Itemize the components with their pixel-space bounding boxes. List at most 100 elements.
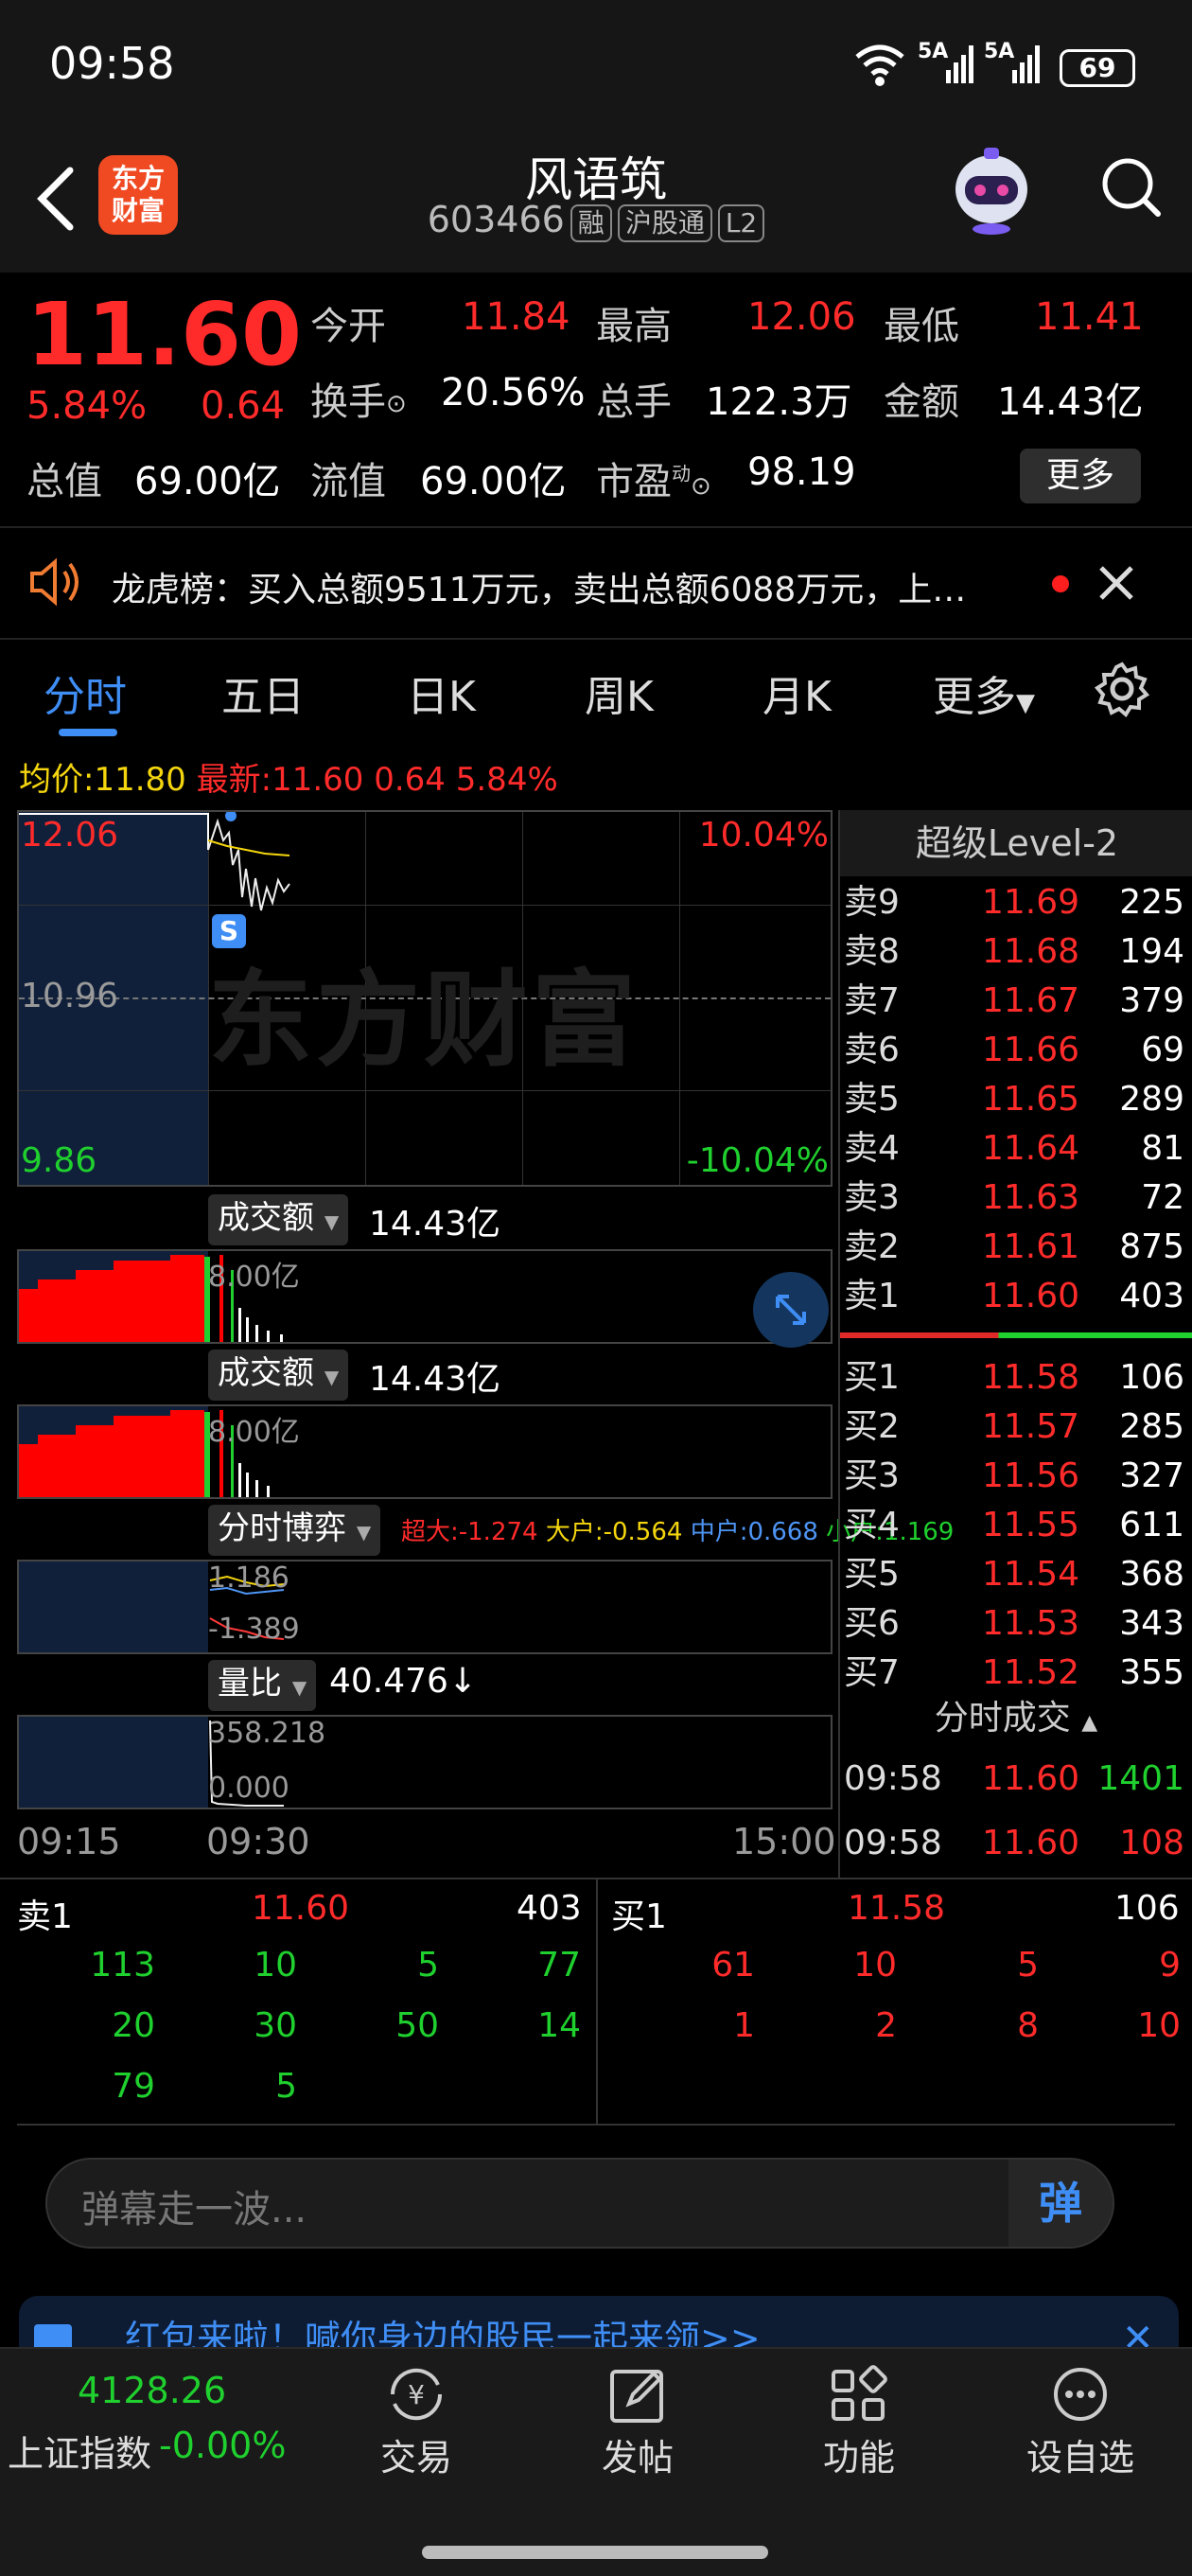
- bid-row[interactable]: 买4 11.55 611: [840, 1501, 1192, 1550]
- turnover-value: 20.56%: [441, 371, 586, 415]
- caret-down-icon: ▼: [291, 1676, 307, 1699]
- nav-post-label: 发帖: [601, 2437, 674, 2479]
- bid-row[interactable]: 买1 11.58 106: [840, 1353, 1192, 1403]
- ask-quantity: 194: [1119, 932, 1184, 971]
- ask-row[interactable]: 卖1 11.60 403: [840, 1272, 1192, 1321]
- bid-row[interactable]: 买3 11.56 327: [840, 1452, 1192, 1501]
- bid-row[interactable]: 买2 11.57 285: [840, 1403, 1192, 1452]
- caret-up-icon: ▲: [1081, 1711, 1098, 1735]
- indicator3-axis-bottom: -1.389: [208, 1613, 300, 1646]
- quote-panel: 11.60 5.84% 0.64 总值 69.00亿 今开 11.84 最高 1…: [0, 273, 1192, 520]
- tab-more[interactable]: 更多▼: [933, 662, 1035, 723]
- gear-icon[interactable]: [1094, 661, 1150, 721]
- more-button[interactable]: 更多: [1020, 449, 1141, 503]
- bid-quantity: 611: [1119, 1506, 1184, 1544]
- ask-level-label: 卖5: [844, 1080, 900, 1119]
- info-icon[interactable]: ⊙: [386, 390, 407, 418]
- search-icon[interactable]: [1097, 150, 1164, 225]
- expand-icon[interactable]: [753, 1272, 829, 1348]
- open-value: 11.84: [462, 295, 570, 339]
- pe-value: 98.19: [747, 450, 856, 494]
- tab-more-label: 更多: [933, 673, 1016, 721]
- trades-header[interactable]: 分时成交 ▲: [840, 1690, 1192, 1739]
- time-end: 15:00: [732, 1821, 836, 1862]
- volume-ratio-line: [209, 1720, 284, 1807]
- indicator2-label: 成交额: [218, 1354, 314, 1392]
- ask-quantity: 379: [1119, 981, 1184, 1020]
- danmu-button[interactable]: 弹: [1008, 2160, 1113, 2247]
- tab-monthly-k[interactable]: 月K: [763, 662, 832, 723]
- tab-intraday[interactable]: 分时: [44, 662, 127, 723]
- ask-row[interactable]: 卖5 11.65 289: [840, 1075, 1192, 1124]
- indicator2-selector[interactable]: 成交额 ▼: [208, 1350, 349, 1401]
- trade-row[interactable]: 09:58 11.60 1401: [840, 1755, 1192, 1804]
- buy-queue-order-qty: 8: [1017, 2006, 1039, 2045]
- bid-level-label: 买6: [844, 1604, 900, 1643]
- tab-weekly-k[interactable]: 周K: [585, 662, 654, 723]
- chart-tabs: 分时 五日 日K 周K 月K 更多▼: [0, 638, 1192, 742]
- mktcap-label: 总值: [26, 460, 102, 503]
- orderbook-title[interactable]: 超级Level-2: [840, 810, 1192, 876]
- indicator1-selector[interactable]: 成交额 ▼: [208, 1194, 349, 1245]
- tab-five-day[interactable]: 五日: [221, 662, 305, 723]
- bid-row[interactable]: 买6 11.53 343: [840, 1599, 1192, 1649]
- ask-row[interactable]: 卖8 11.68 194: [840, 927, 1192, 977]
- danmu-input[interactable]: 弹幕走一波... 弹: [45, 2158, 1114, 2249]
- buy-queue-order-qty: 10: [853, 1946, 897, 1985]
- queue-buy-total: 106: [1114, 1889, 1180, 1928]
- status-bar: 09:58 5A 5A 69: [0, 0, 1192, 132]
- tab-daily-k[interactable]: 日K: [407, 662, 476, 723]
- close-icon[interactable]: [1096, 562, 1137, 608]
- ask-row[interactable]: 卖3 11.63 72: [840, 1173, 1192, 1223]
- nav-post[interactable]: 发帖: [562, 2364, 713, 2487]
- signal-s-badge[interactable]: S: [212, 914, 246, 948]
- ask-row[interactable]: 卖9 11.69 225: [840, 878, 1192, 927]
- buy-queue-order-qty: 61: [711, 1946, 755, 1985]
- caret-down-icon: ▼: [1016, 689, 1035, 717]
- buy-queue-order-qty: 2: [875, 2006, 897, 2045]
- amount-bars-2: [19, 1410, 270, 1497]
- yen-cycle-icon: ¥: [390, 2368, 443, 2421]
- indicator4-selector[interactable]: 量比 ▼: [208, 1660, 317, 1711]
- stock-code: 603466: [427, 199, 565, 240]
- trade-price: 11.60: [982, 1759, 1080, 1798]
- robot-assistant-icon[interactable]: [946, 142, 1037, 237]
- bid-row[interactable]: 买5 11.54 368: [840, 1550, 1192, 1599]
- latest-value: 11.60 0.64 5.84%: [272, 761, 558, 799]
- index-widget[interactable]: 4128.26 上证指数 -0.00%: [0, 2349, 312, 2491]
- signal-icon-2: 5A: [984, 40, 1043, 89]
- bid-price: 11.56: [982, 1456, 1080, 1495]
- status-time: 09:58: [49, 38, 175, 89]
- nav-add-watchlist[interactable]: 设自选: [1005, 2364, 1156, 2487]
- danmu-button-label: 弹: [1039, 2178, 1082, 2229]
- nav-functions[interactable]: 功能: [783, 2364, 935, 2487]
- trade-time: 09:58: [844, 1824, 942, 1862]
- queue-bottom-line: [17, 2124, 1175, 2126]
- float-label: 流值: [310, 460, 386, 503]
- speaker-icon: [26, 556, 83, 611]
- indicator1-value: 14.43亿: [369, 1205, 501, 1244]
- ask-row[interactable]: 卖2 11.61 875: [840, 1223, 1192, 1272]
- ask-level-label: 卖7: [844, 981, 900, 1020]
- trades-title: 分时成交: [934, 1699, 1071, 1738]
- info-icon[interactable]: ⊙: [691, 472, 711, 501]
- notice-bar[interactable]: 龙虎榜：买入总额9511万元，卖出总额6088万元，上…: [0, 526, 1192, 640]
- ask-row[interactable]: 卖4 11.64 81: [840, 1124, 1192, 1173]
- ask-level-label: 卖1: [844, 1277, 900, 1315]
- bid-price: 11.57: [982, 1407, 1080, 1446]
- ask-row[interactable]: 卖6 11.66 69: [840, 1026, 1192, 1075]
- super-large-flow: 超大:-1.274: [401, 1518, 538, 1546]
- indicator3-panel: 1.186 -1.389: [17, 1560, 833, 1654]
- ask-price: 11.66: [982, 1031, 1080, 1069]
- amount-value: 14.43亿: [997, 380, 1144, 424]
- nav-trade[interactable]: ¥ 交易: [341, 2364, 492, 2487]
- indicator4-label: 量比: [218, 1665, 282, 1703]
- edit-icon: [610, 2370, 663, 2423]
- trade-row[interactable]: 09:58 11.60 108: [840, 1819, 1192, 1868]
- mktcap-value: 69.00亿: [134, 460, 281, 503]
- indicator3-selector[interactable]: 分时博弈 ▼: [208, 1505, 381, 1556]
- intraday-chart[interactable]: 东方财富 S 12.06 10.96 9.86 10.04% -10.04%: [17, 810, 833, 1187]
- volume-value: 122.3万: [706, 380, 852, 424]
- bid-quantity: 327: [1119, 1456, 1184, 1495]
- ask-row[interactable]: 卖7 11.67 379: [840, 977, 1192, 1026]
